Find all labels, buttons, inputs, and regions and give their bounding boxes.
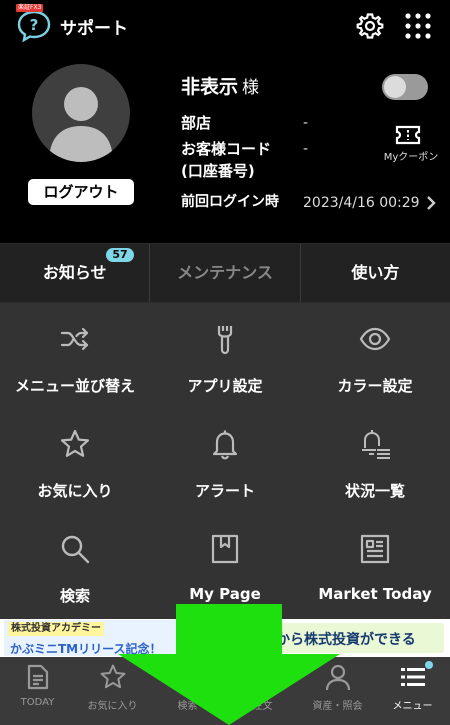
user-name-suffix: 様 [242, 78, 260, 98]
document-icon [27, 664, 49, 690]
bell-icon [212, 430, 238, 460]
wrench-icon [217, 326, 233, 355]
menu-label: アラート [194, 482, 255, 500]
menu-label: My Page [189, 585, 261, 603]
user-name-value: 非表示 [181, 76, 239, 98]
bookmark-icon [211, 534, 239, 564]
branch-value: - [303, 115, 309, 131]
star-icon [100, 664, 126, 689]
toggle-knob [384, 76, 406, 98]
ticket-icon [395, 125, 421, 145]
bell-list-icon [362, 430, 390, 459]
display-toggle[interactable] [382, 74, 428, 100]
nav-label: 検索 [177, 701, 198, 712]
avatar-person-icon [49, 87, 113, 162]
star-icon [60, 429, 90, 457]
promo-banner[interactable]: 株式投資アカデミー かぶミニTMリリース記念！ から株式投資ができる [0, 619, 450, 657]
banner-right-panel: から株式投資ができる [276, 623, 444, 653]
menu-grid: メニュー並び替え アプリ設定 カラー設定 お気に入り アラート 状況一覧 検索 … [0, 303, 450, 619]
nav-label: 注文 [252, 701, 273, 712]
menu-label: カラー設定 [337, 377, 413, 395]
menu-item-status-list[interactable]: 状況一覧 [300, 408, 450, 513]
menu-item-reorder[interactable]: メニュー並び替え [0, 303, 150, 408]
nav-label: メニュー [392, 701, 433, 712]
menu-item-alerts[interactable]: アラート [150, 408, 300, 513]
last-login-value: 2023/4/16 00:29 [303, 195, 420, 211]
support-label: サポート [60, 18, 128, 39]
tab-maintenance-label: メンテナンス [177, 263, 273, 282]
nav-label: TODAY [20, 697, 55, 708]
menu-item-app-settings[interactable]: アプリ設定 [150, 303, 300, 408]
tab-how-to-use[interactable]: 使い方 [301, 244, 450, 302]
search-icon [61, 535, 90, 564]
nav-item-assets[interactable]: 資産・照会 [300, 657, 375, 725]
nav-item-favorites[interactable]: お気に入り [75, 657, 150, 725]
menu-notification-dot [425, 661, 433, 669]
chevron-right-icon[interactable] [424, 194, 438, 212]
nav-item-order[interactable]: 注文 [225, 657, 300, 725]
customer-code-label: お客様コード [181, 140, 272, 158]
menu-label: メニュー並び替え [14, 377, 135, 395]
search-icon [176, 665, 201, 690]
banner-left-panel: 株式投資アカデミー かぶミニTMリリース記念！ [4, 620, 176, 656]
menu-label: Market Today [318, 585, 432, 603]
tab-notices[interactable]: お知らせ 57 [0, 244, 151, 302]
app-header: ? 楽証FX3 サポート [0, 0, 450, 52]
person-icon [325, 664, 351, 691]
eye-icon [359, 327, 391, 351]
tab-how-to-use-label: 使い方 [351, 263, 400, 282]
menu-icon [401, 668, 425, 686]
branch-label: 部店 [181, 114, 212, 132]
app-grid-icon[interactable] [404, 12, 432, 40]
banner-right-text: から株式投資ができる [276, 632, 416, 648]
svg-text:?: ? [30, 16, 39, 34]
customer-code-value: - [303, 141, 309, 157]
nav-item-today[interactable]: TODAY [0, 657, 75, 725]
nav-label: 資産・照会 [312, 701, 363, 712]
info-tabs: お知らせ 57 メンテナンス 使い方 [0, 243, 450, 303]
gear-icon[interactable] [356, 12, 384, 40]
my-coupon-label: Myクーポン [383, 152, 439, 163]
nav-item-search[interactable]: 検索 [150, 657, 225, 725]
support-badge: 楽証FX3 [16, 4, 44, 12]
support-button[interactable]: ? 楽証FX3 サポート [16, 4, 128, 44]
avatar [32, 64, 130, 162]
nav-item-menu[interactable]: メニュー [375, 657, 450, 725]
my-coupon-button[interactable]: Myクーポン [384, 124, 444, 163]
menu-label: アプリ設定 [187, 377, 263, 395]
last-login-label: 前回ログイン時 [181, 194, 279, 210]
banner-main-text: かぶミニTMリリース記念！ [10, 642, 162, 656]
shuffle-icon [60, 327, 89, 351]
menu-item-search[interactable]: 検索 [0, 513, 150, 618]
menu-label: お気に入り [37, 482, 113, 500]
notice-count-badge: 57 [106, 248, 134, 262]
newspaper-icon [360, 534, 390, 564]
order-icon [251, 664, 275, 690]
account-number-label: (口座番号) [181, 162, 255, 180]
tab-maintenance[interactable]: メンテナンス [150, 244, 301, 302]
user-name: 非表示様 [181, 72, 259, 99]
support-chat-icon: ? [17, 10, 51, 43]
logout-button[interactable]: ログアウト [28, 179, 134, 205]
banner-tag: 株式投資アカデミー [8, 622, 104, 636]
tab-notices-label: お知らせ [42, 263, 107, 282]
profile-section: ログアウト 非表示様 部店 - お客様コード (口座番号) - Myクーポン 前… [0, 52, 450, 242]
menu-label: 検索 [59, 587, 90, 605]
menu-label: 状況一覧 [344, 482, 405, 500]
menu-item-favorites[interactable]: お気に入り [0, 408, 150, 513]
bottom-navigation: TODAY お気に入り 検索 注文 資産・照会 メニュー [0, 657, 450, 725]
menu-item-my-page[interactable]: My Page [150, 513, 300, 618]
menu-item-color-settings[interactable]: カラー設定 [300, 303, 450, 408]
menu-item-market-today[interactable]: Market Today [300, 513, 450, 618]
nav-label: お気に入り [87, 701, 138, 712]
